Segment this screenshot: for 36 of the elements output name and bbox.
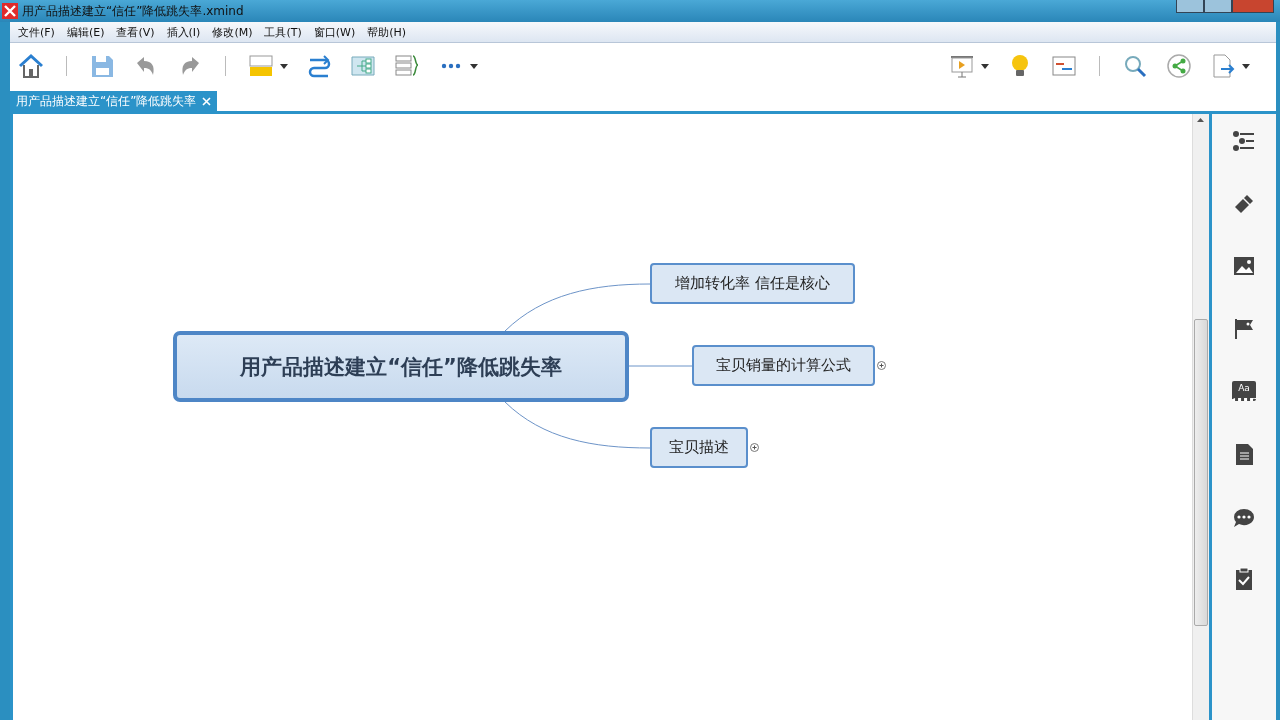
home-icon[interactable] bbox=[18, 53, 44, 79]
scroll-up-icon[interactable] bbox=[1197, 118, 1204, 122]
scrollbar[interactable] bbox=[1192, 114, 1212, 720]
central-topic[interactable]: 用产品描述建立“信任”降低跳失率 bbox=[173, 331, 629, 402]
menu-item[interactable]: 查看(V) bbox=[110, 24, 161, 40]
menu-item[interactable]: 文件(F) bbox=[12, 24, 61, 40]
outline-icon[interactable] bbox=[1231, 128, 1257, 154]
expand-icon[interactable] bbox=[750, 443, 759, 452]
caret-icon[interactable] bbox=[470, 63, 478, 69]
summary-icon[interactable] bbox=[394, 53, 420, 79]
topic-node[interactable]: 宝贝销量的计算公式 bbox=[692, 345, 875, 386]
app-icon bbox=[2, 3, 18, 19]
window-title: 用产品描述建立“信任”降低跳失率.xmind bbox=[22, 2, 244, 20]
relationship-icon[interactable] bbox=[306, 53, 332, 79]
topic-node[interactable]: 宝贝描述 bbox=[650, 427, 748, 468]
connector-line bbox=[628, 365, 693, 367]
tab-label: 用产品描述建立“信任”降低跳失率 bbox=[16, 92, 197, 110]
caret-icon[interactable] bbox=[981, 63, 989, 69]
search-icon[interactable] bbox=[1122, 53, 1148, 79]
menu-item[interactable]: 窗口(W) bbox=[307, 24, 362, 40]
presentation-icon[interactable] bbox=[949, 53, 975, 79]
maximize-button[interactable] bbox=[1204, 0, 1232, 13]
topic-node[interactable]: 增加转化率 信任是核心 bbox=[650, 263, 855, 304]
menu-item[interactable]: 修改(M) bbox=[206, 24, 259, 40]
menu-item[interactable]: 工具(T) bbox=[258, 24, 308, 40]
menu-item[interactable]: 编辑(E) bbox=[60, 24, 111, 40]
minimize-button[interactable] bbox=[1176, 0, 1204, 13]
caret-icon[interactable] bbox=[1242, 63, 1250, 69]
share-icon[interactable] bbox=[1166, 53, 1192, 79]
menu-item[interactable]: 帮助(H) bbox=[361, 24, 413, 40]
export-icon[interactable] bbox=[1210, 53, 1236, 79]
expand-icon[interactable] bbox=[877, 361, 886, 370]
menu-item[interactable]: 插入(I) bbox=[160, 24, 207, 40]
caret-icon[interactable] bbox=[280, 63, 288, 69]
text-style-icon[interactable]: Aa bbox=[1232, 381, 1256, 402]
close-icon[interactable] bbox=[202, 96, 212, 106]
